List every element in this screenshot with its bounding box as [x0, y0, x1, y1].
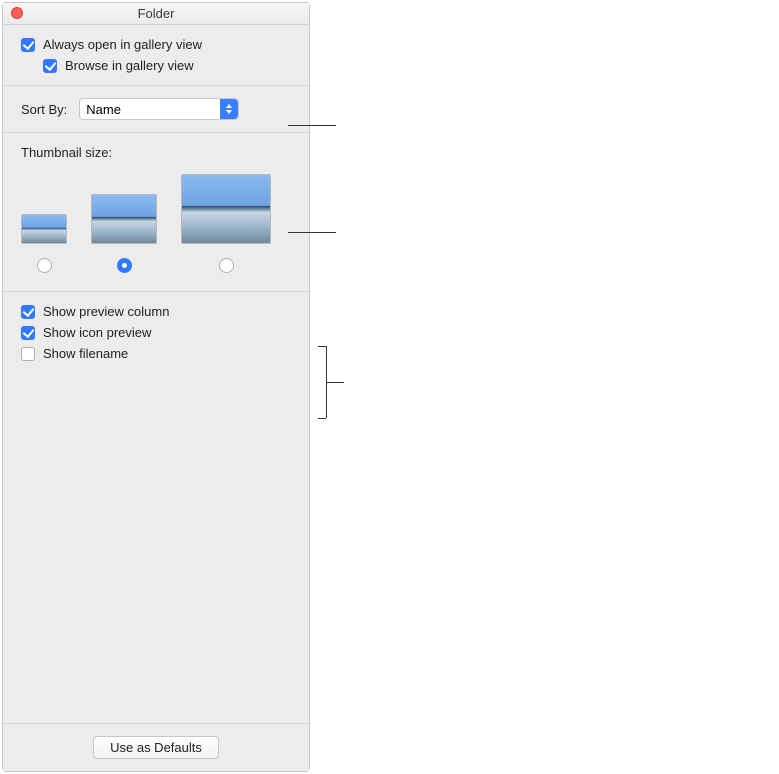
sort-section: Sort By: Name — [3, 86, 309, 133]
thumbnail-preview-small — [21, 214, 67, 244]
thumbnail-size-small-radio[interactable] — [37, 258, 52, 273]
browse-label: Browse in gallery view — [65, 58, 194, 73]
always-open-checkbox[interactable] — [21, 38, 35, 52]
show-icon-preview-checkbox[interactable] — [21, 326, 35, 340]
browse-checkbox[interactable] — [43, 59, 57, 73]
options-section: Show preview column Show icon preview Sh… — [3, 292, 309, 373]
show-filename-checkbox[interactable] — [21, 347, 35, 361]
thumbnail-size-large-radio[interactable] — [219, 258, 234, 273]
callout-line — [288, 232, 336, 233]
titlebar: Folder — [3, 3, 309, 25]
thumbnail-preview-medium — [91, 194, 157, 244]
always-open-row[interactable]: Always open in gallery view — [21, 37, 291, 52]
footer: Use as Defaults — [3, 723, 309, 771]
show-icon-preview-label: Show icon preview — [43, 325, 151, 340]
sort-by-popup[interactable]: Name — [79, 98, 239, 120]
always-open-label: Always open in gallery view — [43, 37, 202, 52]
use-as-defaults-label: Use as Defaults — [110, 740, 202, 755]
callout-bracket-top — [318, 346, 326, 347]
updown-icon — [220, 99, 238, 119]
show-icon-preview-row[interactable]: Show icon preview — [21, 325, 291, 340]
show-preview-column-row[interactable]: Show preview column — [21, 304, 291, 319]
show-preview-column-checkbox[interactable] — [21, 305, 35, 319]
window-title: Folder — [138, 6, 175, 21]
thumbnail-size-medium-radio[interactable] — [117, 258, 132, 273]
show-preview-column-label: Show preview column — [43, 304, 169, 319]
callout-bracket-bot — [318, 418, 326, 419]
use-as-defaults-button[interactable]: Use as Defaults — [93, 736, 219, 759]
sort-value: Name — [86, 102, 121, 117]
sort-label: Sort By: — [21, 102, 67, 117]
show-filename-row[interactable]: Show filename — [21, 346, 291, 361]
gallery-view-section: Always open in gallery view Browse in ga… — [3, 25, 309, 86]
show-filename-label: Show filename — [43, 346, 128, 361]
close-icon[interactable] — [11, 7, 23, 19]
callout-bracket-stem — [326, 382, 344, 383]
thumbnail-size-label: Thumbnail size: — [21, 145, 291, 160]
thumbnail-preview-large — [181, 174, 271, 244]
callout-line — [288, 125, 336, 126]
thumbnail-section: Thumbnail size: — [3, 133, 309, 292]
view-options-panel: Folder Always open in gallery view Brows… — [2, 2, 310, 772]
browse-row[interactable]: Browse in gallery view — [21, 58, 291, 73]
